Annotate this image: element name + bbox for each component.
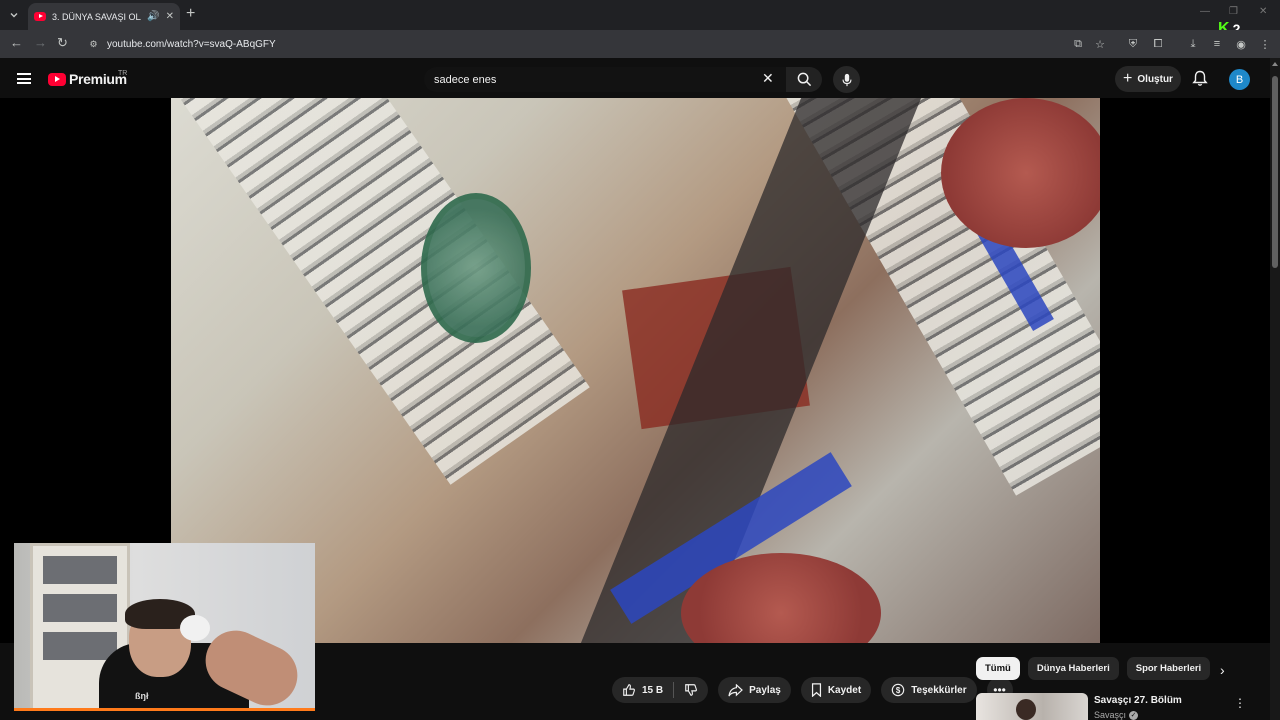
video-actions: 15 B Paylaş Kaydet $ Teşekkürler ••• — [612, 677, 1013, 703]
notifications-button[interactable] — [1192, 70, 1208, 92]
hamburger-menu-icon[interactable] — [17, 73, 31, 84]
search-button[interactable] — [786, 67, 822, 92]
youtube-favicon-icon — [34, 12, 46, 21]
chip-world-news[interactable]: Dünya Haberleri — [1027, 657, 1119, 680]
super-thanks-icon: $ — [891, 683, 905, 697]
like-button[interactable]: 15 B — [612, 683, 673, 697]
browser-menu-icon[interactable]: ⋮ — [1258, 37, 1272, 51]
save-label: Kaydet — [827, 684, 862, 696]
tab-title: 3. DÜNYA SAVAŞI OLACAK — [52, 11, 141, 22]
minimize-icon[interactable]: — — [1200, 6, 1210, 17]
url-text: youtube.com/watch?v=svaQ-ABqGFY — [107, 38, 276, 50]
bookmark-icon — [811, 683, 821, 697]
share-label: Paylaş — [749, 684, 781, 696]
logo-country-code: TR — [118, 70, 128, 77]
browser-tab-bar: 3. DÜNYA SAVAŞI OLACAK 🔊 ✕ + — ❐ ✕ — [0, 0, 1280, 30]
verified-check-icon: ✓ — [1129, 710, 1139, 720]
profile-icon[interactable]: ◉ — [1234, 37, 1248, 51]
browser-tab-active[interactable]: 3. DÜNYA SAVAŞI OLACAK 🔊 ✕ — [28, 3, 180, 30]
restore-icon[interactable]: ❐ — [1229, 6, 1238, 17]
voice-search-button[interactable] — [833, 66, 860, 93]
chip-sports-news[interactable]: Spor Haberleri — [1126, 657, 1211, 680]
share-button[interactable]: Paylaş — [718, 677, 791, 703]
dislike-button[interactable] — [674, 683, 708, 697]
thumbs-down-icon — [685, 684, 698, 696]
forward-arrow-icon[interactable]: → — [34, 35, 47, 50]
media-queue-icon[interactable]: ≡ — [1210, 37, 1224, 51]
address-bar[interactable]: ⚙ youtube.com/watch?v=svaQ-ABqGFY — [80, 33, 1120, 55]
chip-all[interactable]: Tümü — [976, 657, 1020, 680]
shirt-logo-text: ßŋł — [135, 691, 149, 701]
channel-row[interactable]: Savaşçı ✓ — [1094, 710, 1139, 720]
thumbs-up-icon — [623, 684, 635, 696]
bell-icon — [1192, 70, 1208, 86]
scrollbar-thumb[interactable] — [1272, 76, 1278, 268]
recommendation-chips: Tümü Dünya Haberleri Spor Haberleri Si — [976, 657, 1212, 680]
like-dislike-group: 15 B — [612, 677, 709, 703]
microphone-icon — [841, 73, 852, 86]
youtube-header: Premium TR sadece enes ✕ + Oluştur B — [0, 58, 1270, 100]
chevron-down-icon — [10, 13, 18, 18]
save-button[interactable]: Kaydet — [800, 677, 872, 703]
thanks-button[interactable]: $ Teşekkürler — [881, 677, 977, 703]
tab-search-button[interactable] — [4, 5, 24, 25]
thumbnail-person-graphic — [1016, 699, 1036, 720]
avatar[interactable]: B — [1229, 69, 1250, 90]
youtube-play-icon — [48, 72, 66, 86]
video-title[interactable]: Savaşçı 27. Bölüm — [1094, 695, 1182, 706]
search-icon — [797, 72, 811, 87]
chevron-right-icon[interactable]: › — [1220, 662, 1225, 678]
plus-icon: + — [1123, 70, 1133, 87]
door-pane — [43, 594, 117, 622]
bookmark-star-icon[interactable]: ☆ — [1093, 37, 1107, 51]
site-info-icon[interactable]: ⚙ — [88, 39, 99, 50]
mouse-graphic — [180, 615, 210, 641]
scroll-up-arrow-icon[interactable] — [1272, 62, 1278, 66]
window-close-icon[interactable]: ✕ — [1259, 6, 1267, 17]
youtube-logo[interactable]: Premium — [48, 71, 127, 87]
install-app-icon[interactable]: ⧉ — [1071, 37, 1085, 51]
create-label: Oluştur — [1137, 73, 1173, 85]
recommended-video[interactable]: Savaşçı 27. Bölüm Savaşçı ✓ ⋮ — [976, 693, 1256, 720]
banknote-portrait-graphic — [421, 193, 531, 343]
browser-toolbar: ← → ↻ ⚙ youtube.com/watch?v=svaQ-ABqGFY … — [0, 30, 1280, 58]
shield-icon[interactable]: ⛨ — [1126, 37, 1140, 51]
speaker-icon[interactable]: 🔊 — [147, 11, 159, 22]
reload-icon[interactable]: ↻ — [57, 35, 68, 51]
like-count: 15 B — [642, 684, 664, 696]
door-pane — [43, 556, 117, 584]
search-query-text: sadece enes — [434, 73, 497, 86]
share-arrow-icon — [728, 683, 744, 697]
download-icon[interactable]: ⤓ — [1186, 37, 1200, 51]
thanks-label: Teşekkürler — [911, 684, 967, 696]
clear-search-icon[interactable]: ✕ — [762, 70, 774, 87]
close-tab-icon[interactable]: ✕ — [166, 11, 174, 22]
finger-graphic — [941, 98, 1100, 248]
create-button[interactable]: + Oluştur — [1115, 66, 1181, 92]
search-input[interactable]: sadece enes — [424, 67, 786, 92]
door-pane — [43, 632, 117, 660]
back-arrow-icon[interactable]: ← — [10, 35, 23, 50]
webcam-overlay: ßŋł — [14, 543, 315, 711]
more-vertical-icon[interactable]: ⋮ — [1234, 696, 1246, 710]
new-tab-button[interactable]: + — [186, 5, 195, 23]
svg-text:$: $ — [896, 686, 901, 695]
video-thumbnail[interactable] — [976, 693, 1088, 720]
extensions-puzzle-icon[interactable]: ⧠ — [1151, 37, 1165, 51]
channel-name: Savaşçı — [1094, 710, 1127, 720]
